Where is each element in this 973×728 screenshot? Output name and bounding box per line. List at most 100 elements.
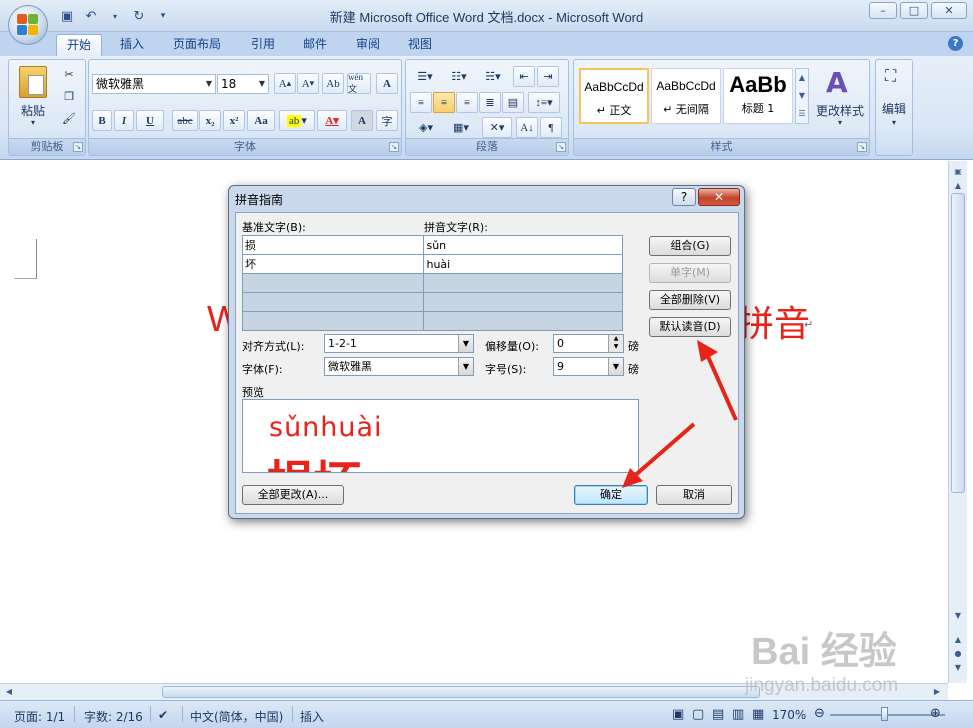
subscript-button[interactable]: x₂: [199, 110, 221, 131]
chinese-layout-icon[interactable]: ✕▾: [482, 117, 512, 138]
zoom-slider-thumb[interactable]: [881, 707, 888, 721]
language-status[interactable]: 中文(简体，中国): [190, 708, 283, 725]
cut-icon[interactable]: ✂: [59, 64, 79, 85]
font-select[interactable]: 微软雅黑 ▼: [324, 357, 474, 376]
apply-all-button[interactable]: 全部更改(A)...: [242, 485, 344, 505]
style-heading-1[interactable]: AaBb 标题 1: [723, 68, 793, 124]
close-button[interactable]: ✕: [931, 2, 967, 19]
help-icon[interactable]: ?: [948, 36, 963, 51]
chevron-down-icon[interactable]: ▼: [458, 358, 473, 375]
full-screen-icon[interactable]: ▢: [692, 707, 704, 722]
tab-insert[interactable]: 插入: [110, 34, 154, 56]
mono-button[interactable]: 单字(M): [649, 263, 731, 283]
line-spacing-icon[interactable]: ↕≡▾: [528, 92, 560, 113]
browse-object-icon[interactable]: ●: [951, 647, 965, 661]
scroll-down-icon[interactable]: ▼: [951, 609, 965, 623]
underline-button[interactable]: U: [136, 110, 164, 131]
vertical-scroll-thumb[interactable]: [951, 193, 965, 493]
style-normal[interactable]: AaBbCcDd ↵ 正文: [579, 68, 649, 124]
chevron-down-icon[interactable]: ▼: [608, 358, 623, 375]
format-painter-icon[interactable]: 🖌: [59, 108, 79, 129]
copy-icon[interactable]: ❐: [59, 86, 79, 107]
tab-review[interactable]: 审阅: [346, 34, 390, 56]
tab-page-layout[interactable]: 页面布局: [163, 34, 231, 56]
chevron-down-icon[interactable]: ▾: [812, 118, 868, 127]
ruler-toggle-icon[interactable]: ▣: [951, 165, 965, 179]
clear-format-icon[interactable]: Ab: [322, 73, 344, 94]
dialog-launcher-icon[interactable]: ↘: [556, 142, 566, 152]
dialog-close-button[interactable]: ✕: [698, 188, 740, 206]
cancel-button[interactable]: 取消: [656, 485, 732, 505]
insert-mode-status[interactable]: 插入: [300, 708, 324, 725]
previous-page-icon[interactable]: ▲: [951, 633, 965, 647]
tab-home[interactable]: 开始: [56, 34, 103, 56]
font-name-combo[interactable]: 微软雅黑 ▼: [92, 74, 216, 94]
minimize-button[interactable]: –: [869, 2, 897, 19]
paste-icon[interactable]: [19, 66, 47, 98]
shrink-font-icon[interactable]: A ▾: [297, 73, 319, 94]
align-right-icon[interactable]: ≡: [456, 92, 478, 113]
maximize-button[interactable]: □: [900, 2, 928, 19]
alignment-select[interactable]: 1-2-1 ▼: [324, 334, 474, 353]
show-marks-icon[interactable]: ¶: [540, 117, 562, 138]
size-select[interactable]: 9 ▼: [553, 357, 624, 376]
change-case-button[interactable]: Aa: [247, 110, 275, 131]
font-size-combo[interactable]: 18 ▼: [217, 74, 269, 94]
print-layout-icon[interactable]: ▣: [672, 707, 684, 722]
next-page-icon[interactable]: ▼: [951, 661, 965, 675]
scroll-up-icon[interactable]: ▲: [951, 179, 965, 193]
dialog-launcher-icon[interactable]: ↘: [389, 142, 399, 152]
distributed-icon[interactable]: ▤: [502, 92, 524, 113]
char-shading-icon[interactable]: A: [351, 110, 373, 131]
proofing-icon[interactable]: ✔: [158, 708, 168, 722]
increase-indent-icon[interactable]: ⇥: [537, 66, 559, 87]
outline-icon[interactable]: ▥: [732, 707, 744, 722]
tab-view[interactable]: 视图: [398, 34, 442, 56]
shading-icon[interactable]: ◈▾: [410, 117, 442, 138]
superscript-button[interactable]: x²: [223, 110, 245, 131]
dialog-launcher-icon[interactable]: ↘: [857, 142, 867, 152]
ruby-text-cell[interactable]: huài: [423, 254, 623, 274]
sort-icon[interactable]: A↓: [516, 117, 538, 138]
italic-button[interactable]: I: [114, 110, 134, 131]
horizontal-scroll-thumb[interactable]: [162, 686, 760, 698]
align-center-icon[interactable]: ≡: [433, 92, 455, 113]
char-border-icon[interactable]: A: [376, 73, 398, 94]
word-count[interactable]: 字数: 2/16: [84, 708, 143, 725]
bullets-icon[interactable]: ☰▾: [410, 66, 440, 87]
vertical-scrollbar[interactable]: ▣ ▲ ▼ ▲ ● ▼: [948, 161, 967, 683]
enclose-char-button[interactable]: 字: [376, 110, 398, 131]
chevron-down-icon[interactable]: ▼: [256, 75, 268, 93]
style-no-spacing[interactable]: AaBbCcDd ↵ 无间隔: [651, 68, 721, 124]
strikethrough-button[interactable]: abc: [172, 110, 198, 131]
document-text[interactable]: 拼音: [738, 295, 810, 347]
font-color-icon[interactable]: A▾: [317, 110, 347, 131]
binoculars-icon[interactable]: ⛶: [885, 66, 896, 86]
scroll-left-icon[interactable]: ◀: [2, 685, 16, 699]
chevron-down-icon[interactable]: ▼: [458, 335, 473, 352]
ok-button[interactable]: 确定: [574, 485, 648, 505]
tab-mailings[interactable]: 邮件: [293, 34, 337, 56]
zoom-level[interactable]: 170%: [772, 708, 806, 722]
base-text-cell[interactable]: 坏: [241, 254, 425, 274]
group-button[interactable]: 组合(G): [649, 236, 731, 256]
spinner-arrows-icon[interactable]: ▲ ▼: [608, 335, 623, 352]
paste-button[interactable]: 粘贴: [15, 102, 51, 119]
editing-button[interactable]: 编辑: [878, 100, 910, 117]
page-count[interactable]: 页面: 1/1: [14, 708, 65, 725]
decrease-indent-icon[interactable]: ⇤: [513, 66, 535, 87]
clear-all-button[interactable]: 全部删除(V): [649, 290, 731, 310]
styles-scroll[interactable]: ▲ ▼ ☰: [795, 68, 809, 124]
ruby-text-cell[interactable]: sǔn: [423, 235, 623, 255]
numbering-icon[interactable]: ☷▾: [444, 66, 474, 87]
phonetic-guide-button[interactable]: wén 文: [347, 72, 371, 94]
chevron-down-icon[interactable]: ▾: [878, 118, 910, 127]
offset-spinner[interactable]: 0 ▲ ▼: [553, 334, 624, 353]
default-reading-button[interactable]: 默认读音(D): [649, 317, 731, 337]
change-styles-button[interactable]: 更改样式: [812, 102, 868, 119]
draft-icon[interactable]: ▦: [752, 707, 764, 722]
chevron-down-icon[interactable]: ▾: [15, 118, 51, 127]
zoom-out-icon[interactable]: ⊖: [814, 706, 825, 721]
office-button[interactable]: [8, 5, 48, 45]
chevron-down-icon[interactable]: ▼: [203, 75, 215, 93]
